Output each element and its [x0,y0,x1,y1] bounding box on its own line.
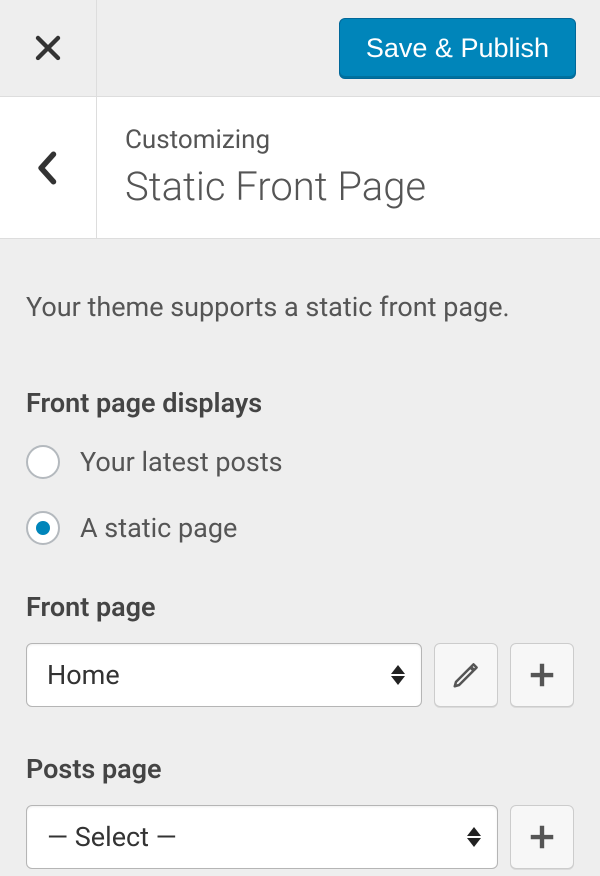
plus-icon [527,660,557,690]
add-page-button[interactable] [510,643,574,707]
section-header: Customizing Static Front Page [0,97,600,239]
section-titles: Customizing Static Front Page [97,97,450,238]
select-arrows-icon [467,827,481,847]
radio-option-latest-posts[interactable]: Your latest posts [26,445,574,479]
close-button[interactable] [0,0,97,97]
radio-input[interactable] [26,511,60,545]
front-page-displays-label: Front page displays [26,387,574,419]
front-page-select[interactable]: Home [26,643,422,707]
select-value: Home [47,659,120,691]
radio-input[interactable] [26,445,60,479]
topbar: Save & Publish [0,0,600,97]
radio-label: A static page [80,512,237,544]
section-title: Static Front Page [125,163,426,210]
pencil-icon [451,660,481,690]
back-button[interactable] [0,97,97,238]
section-subtitle: Customizing [125,125,426,155]
panel-description: Your theme supports a static front page. [26,289,574,327]
front-page-label: Front page [26,591,574,623]
select-value: — Select — [47,821,177,853]
close-icon [33,33,63,63]
edit-page-button[interactable] [434,643,498,707]
radio-option-static-page[interactable]: A static page [26,511,574,545]
radio-label: Your latest posts [80,446,283,478]
select-arrows-icon [391,665,405,685]
chevron-left-icon [37,151,59,185]
plus-icon [527,822,557,852]
panel-body: Your theme supports a static front page.… [0,239,600,869]
posts-page-select[interactable]: — Select — [26,805,498,869]
add-page-button[interactable] [510,805,574,869]
posts-page-label: Posts page [26,753,574,785]
front-page-field: Front page Home [26,591,574,707]
posts-page-field: Posts page — Select — [26,753,574,869]
save-publish-button[interactable]: Save & Publish [339,18,576,79]
